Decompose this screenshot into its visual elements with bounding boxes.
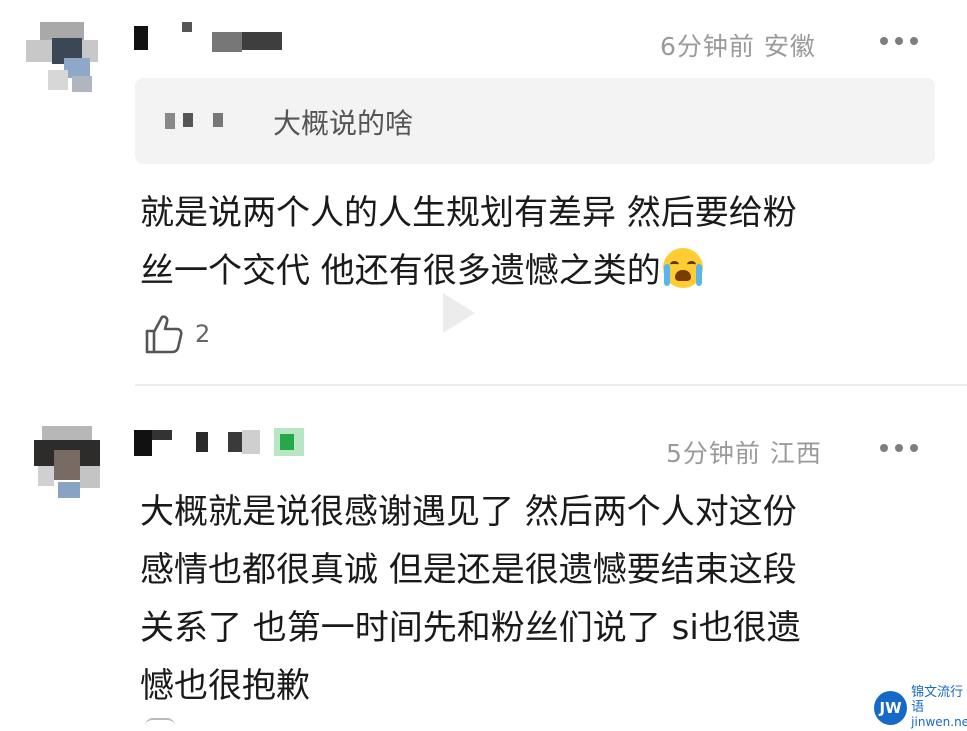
thumbs-up-icon[interactable]	[145, 718, 175, 731]
comment-line: 就是说两个人的人生规划有差异 然后要给粉	[140, 193, 797, 233]
comment-location: 江西	[769, 439, 822, 468]
thumbs-up-icon	[145, 315, 183, 354]
comment-time: 5分钟前	[666, 439, 761, 468]
divider	[135, 384, 967, 386]
avatar[interactable]	[32, 426, 104, 498]
more-dots-icon[interactable]	[880, 34, 928, 48]
watermark-en: jinwen.net	[911, 715, 967, 729]
play-icon[interactable]	[443, 293, 475, 333]
comment-meta: 6分钟前 安徽	[660, 27, 816, 63]
watermark: JW 锦文流行语 jinwen.net	[874, 685, 967, 730]
username-pixelated[interactable]	[134, 22, 334, 52]
comment-line: 大概就是说很感谢遇见了 然后两个人对这份	[140, 492, 797, 532]
like-count: 2	[195, 320, 211, 348]
comment-time: 6分钟前	[660, 32, 755, 61]
comment-line: 感情也都很真诚 但是还是很遗憾要结束这段	[140, 550, 797, 590]
watermark-cn: 锦文流行语	[911, 685, 964, 715]
comment-line-2: 丝一个交代 他还有很多遗憾之类的	[140, 242, 797, 300]
quoted-username-pixelated	[165, 109, 235, 131]
comment-body: 就是说两个人的人生规划有差异 然后要给粉 丝一个交代 他还有很多遗憾之类的	[140, 184, 797, 300]
more-dots-icon[interactable]	[880, 441, 928, 455]
loudly-crying-face-icon	[662, 248, 703, 288]
comment-body: 大概就是说很感谢遇见了 然后两个人对这份 感情也都很真诚 但是还是很遗憾要结束这…	[140, 483, 801, 715]
jw-logo-icon: JW	[874, 690, 908, 725]
comment-line: 憾也很抱歉	[140, 666, 310, 706]
quoted-text: 大概说的啥	[273, 107, 414, 140]
avatar[interactable]	[26, 22, 98, 94]
like-button[interactable]: 2	[143, 313, 210, 355]
comment-meta: 5分钟前 江西	[666, 434, 822, 470]
comment-location: 安徽	[763, 32, 816, 61]
quoted-reply[interactable]: 大概说的啥	[135, 78, 935, 164]
comment-line: 关系了 也第一时间先和粉丝们说了 si也很遗	[140, 608, 801, 648]
username-pixelated[interactable]	[134, 426, 334, 456]
